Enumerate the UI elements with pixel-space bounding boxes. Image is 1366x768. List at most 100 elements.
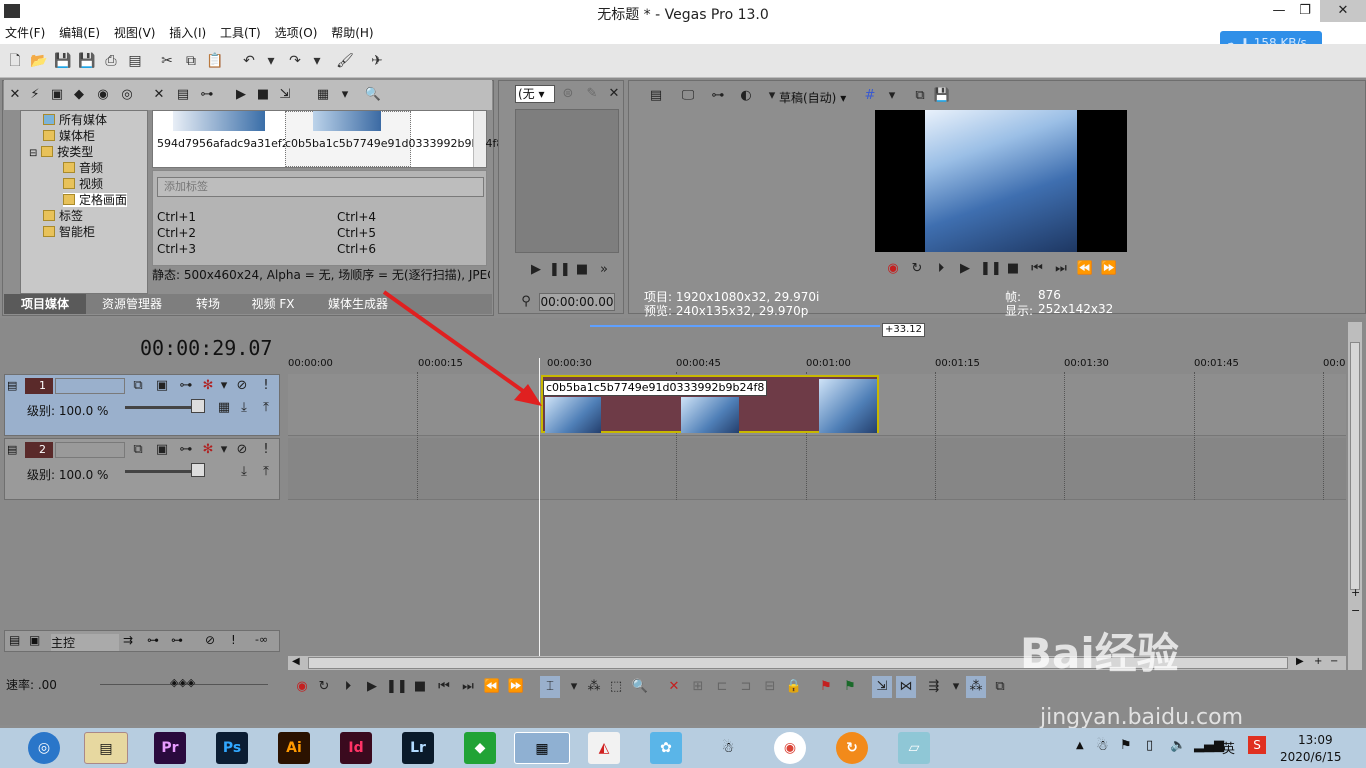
views-icon[interactable]: ▦ xyxy=(314,86,332,104)
envelope-tool-icon[interactable]: ⁂ xyxy=(584,676,604,698)
external-monitor-icon[interactable]: 🖵 xyxy=(679,87,697,105)
media-thumb-2[interactable] xyxy=(313,111,381,131)
track-header-1[interactable]: ▤ 1 ⧉ ▣ ⊶ ✻ ▾ ⊘ ! 级别: 100.0 % ▦ ⤓ ⤒ xyxy=(4,374,280,436)
render-icon[interactable]: ⎙ xyxy=(102,52,120,70)
record-icon[interactable]: ◉ xyxy=(884,260,902,278)
snapping-icon[interactable]: ⇲ xyxy=(872,676,892,698)
master-bus[interactable]: ▤ ▣ 主控 ⇉ ⊶ ⊶ ⊘ ! -∞ xyxy=(4,630,280,652)
compositing-icon[interactable]: ▣ xyxy=(153,377,171,395)
zoom-out-h-icon[interactable]: − xyxy=(1330,656,1338,667)
sogou-icon[interactable]: S xyxy=(1248,736,1266,754)
tray-volume-icon[interactable]: 🔈 xyxy=(1170,738,1186,753)
zoom-in-v-icon[interactable]: + xyxy=(1351,586,1360,599)
play-from-start-icon[interactable]: ⏵ xyxy=(338,676,358,698)
timeline-h-scrollbar[interactable]: ◀ ▶ + − xyxy=(288,656,1346,670)
track-expand-icon[interactable]: ▤ xyxy=(7,379,17,392)
preview-quality[interactable]: 草稿(自动) ▾ xyxy=(779,89,846,106)
level-slider-thumb[interactable] xyxy=(191,463,205,477)
mute-icon[interactable]: ⊘ xyxy=(233,441,251,459)
play-icon[interactable]: ▶ xyxy=(232,86,250,104)
taskbar-app-ps[interactable]: Ps xyxy=(216,732,248,764)
tray-battery-icon[interactable]: ▯ xyxy=(1146,738,1153,753)
redo-dropdown-icon[interactable]: ▾ xyxy=(308,52,326,70)
undo-dropdown-icon[interactable]: ▾ xyxy=(262,52,280,70)
v-scroll-thumb[interactable] xyxy=(1350,342,1360,590)
media-properties-icon[interactable]: ▤ xyxy=(174,86,192,104)
tree-audio[interactable]: 音频 xyxy=(63,161,103,175)
loop-icon[interactable]: ↻ xyxy=(908,260,926,278)
tray-network-icon[interactable]: ▂▄▆ xyxy=(1194,738,1224,753)
app-icon-colorful[interactable]: ◭ xyxy=(588,732,620,764)
next-frame-icon[interactable]: ⏭ xyxy=(1052,260,1070,278)
trimmer-icon[interactable]: ⊜ xyxy=(559,85,577,103)
solo-icon[interactable]: ! xyxy=(257,377,275,395)
chrome-icon[interactable]: ◉ xyxy=(774,732,806,764)
track-header-2[interactable]: ▤ 2 ⧉ ▣ ⊶ ✻ ▾ ⊘ ! 级别: 100.0 % ⤓ ⤒ xyxy=(4,438,280,500)
taskbar-app-ai[interactable]: Ai xyxy=(278,732,310,764)
green-app-icon[interactable]: ◆ xyxy=(464,732,496,764)
undo-icon[interactable]: ↶ xyxy=(240,52,258,70)
auto-preview-icon[interactable]: ⇲ xyxy=(276,86,294,104)
compositing-icon[interactable]: ▣ xyxy=(153,441,171,459)
clock-time[interactable]: 13:09 xyxy=(1298,733,1333,747)
rewind-icon[interactable]: ⏪ xyxy=(1076,260,1094,278)
level-slider[interactable] xyxy=(125,470,197,473)
split-icon[interactable]: ⊟ xyxy=(760,676,780,698)
save-as-icon[interactable]: 💾 xyxy=(78,52,96,70)
level-slider[interactable] xyxy=(125,406,197,409)
menu-insert[interactable]: 插入(I) xyxy=(164,24,211,42)
close-button[interactable]: ✕ xyxy=(1320,0,1366,22)
import-media-icon[interactable]: ⚡ xyxy=(26,86,44,104)
tree-video[interactable]: 视频 xyxy=(63,177,103,191)
copy-icon[interactable]: ⧉ xyxy=(182,52,200,70)
menu-help[interactable]: 帮助(H) xyxy=(326,24,378,42)
preview-stop-icon[interactable]: ■ xyxy=(1004,260,1022,278)
fx-icon[interactable]: ⊶ xyxy=(709,87,727,105)
trimmer-next-icon[interactable]: » xyxy=(595,261,613,279)
trimmer-view[interactable] xyxy=(515,109,619,253)
automation-icon[interactable]: ⧉ xyxy=(129,377,147,395)
preview-properties-icon[interactable]: ▤ xyxy=(647,87,665,105)
fast-forward-icon[interactable]: ⏩ xyxy=(1100,260,1118,278)
tree-media-bin[interactable]: 媒体柜 xyxy=(43,129,95,143)
zoom-in-h-icon[interactable]: + xyxy=(1314,656,1322,667)
play-from-start-icon[interactable]: ⏵ xyxy=(932,260,950,278)
track-fx-icon[interactable]: ⊶ xyxy=(177,441,195,459)
get-media-icon[interactable]: ◆ xyxy=(70,86,88,104)
master-solo-icon[interactable]: ! xyxy=(231,633,236,647)
track-name-field[interactable] xyxy=(55,442,125,458)
media-list-scrollbar[interactable] xyxy=(473,111,486,167)
lock-icon[interactable]: 🔒 xyxy=(784,676,804,698)
zoom-out-v-icon[interactable]: − xyxy=(1351,604,1360,617)
lock-envelopes-icon[interactable]: ⁂ xyxy=(966,676,986,698)
scroll-left-icon[interactable]: ◀ xyxy=(292,656,300,667)
trim-icon[interactable]: ⊞ xyxy=(688,676,708,698)
go-to-end-icon[interactable]: ⏭ xyxy=(458,676,478,698)
tag-input[interactable]: 添加标签 xyxy=(157,177,484,197)
menu-options[interactable]: 选项(O) xyxy=(270,24,323,42)
save-snapshot-icon[interactable]: 💾 xyxy=(933,87,951,105)
cut-icon[interactable]: ✂ xyxy=(158,52,176,70)
composite-mode-icon[interactable]: ▦ xyxy=(215,399,233,417)
menu-view[interactable]: 视图(V) xyxy=(109,24,161,42)
motion-dropdown-icon[interactable]: ▾ xyxy=(215,441,233,459)
solo-icon[interactable]: ! xyxy=(257,441,275,459)
make-compositing-parent-icon[interactable]: ⤒ xyxy=(257,463,275,481)
trimmer-close-icon[interactable]: ✕ xyxy=(605,85,623,103)
clock-date[interactable]: 2020/6/15 xyxy=(1280,750,1342,764)
overlays-dropdown-icon[interactable]: ▾ xyxy=(883,87,901,105)
trimmer-play-icon[interactable]: ▶ xyxy=(527,261,545,279)
vegas-taskbar-icon[interactable]: ▦ xyxy=(514,732,570,764)
master-volume-icon[interactable]: -∞ xyxy=(255,633,268,646)
track-name-field[interactable] xyxy=(55,378,125,394)
stop-icon[interactable]: ■ xyxy=(254,86,272,104)
next-frame-icon[interactable]: ⏩ xyxy=(506,676,526,698)
menu-tools[interactable]: 工具(T) xyxy=(215,24,266,42)
prev-frame-icon[interactable]: ⏪ xyxy=(482,676,502,698)
master-chain-icon[interactable]: ⊶ xyxy=(147,633,159,647)
pause-icon[interactable]: ❚❚ xyxy=(386,676,408,698)
redo-icon[interactable]: ↷ xyxy=(286,52,304,70)
ignore-grouping-icon[interactable]: ⧉ xyxy=(990,676,1010,698)
motion-dropdown-icon[interactable]: ▾ xyxy=(215,377,233,395)
tab-explorer[interactable]: 资源管理器 xyxy=(88,294,176,314)
